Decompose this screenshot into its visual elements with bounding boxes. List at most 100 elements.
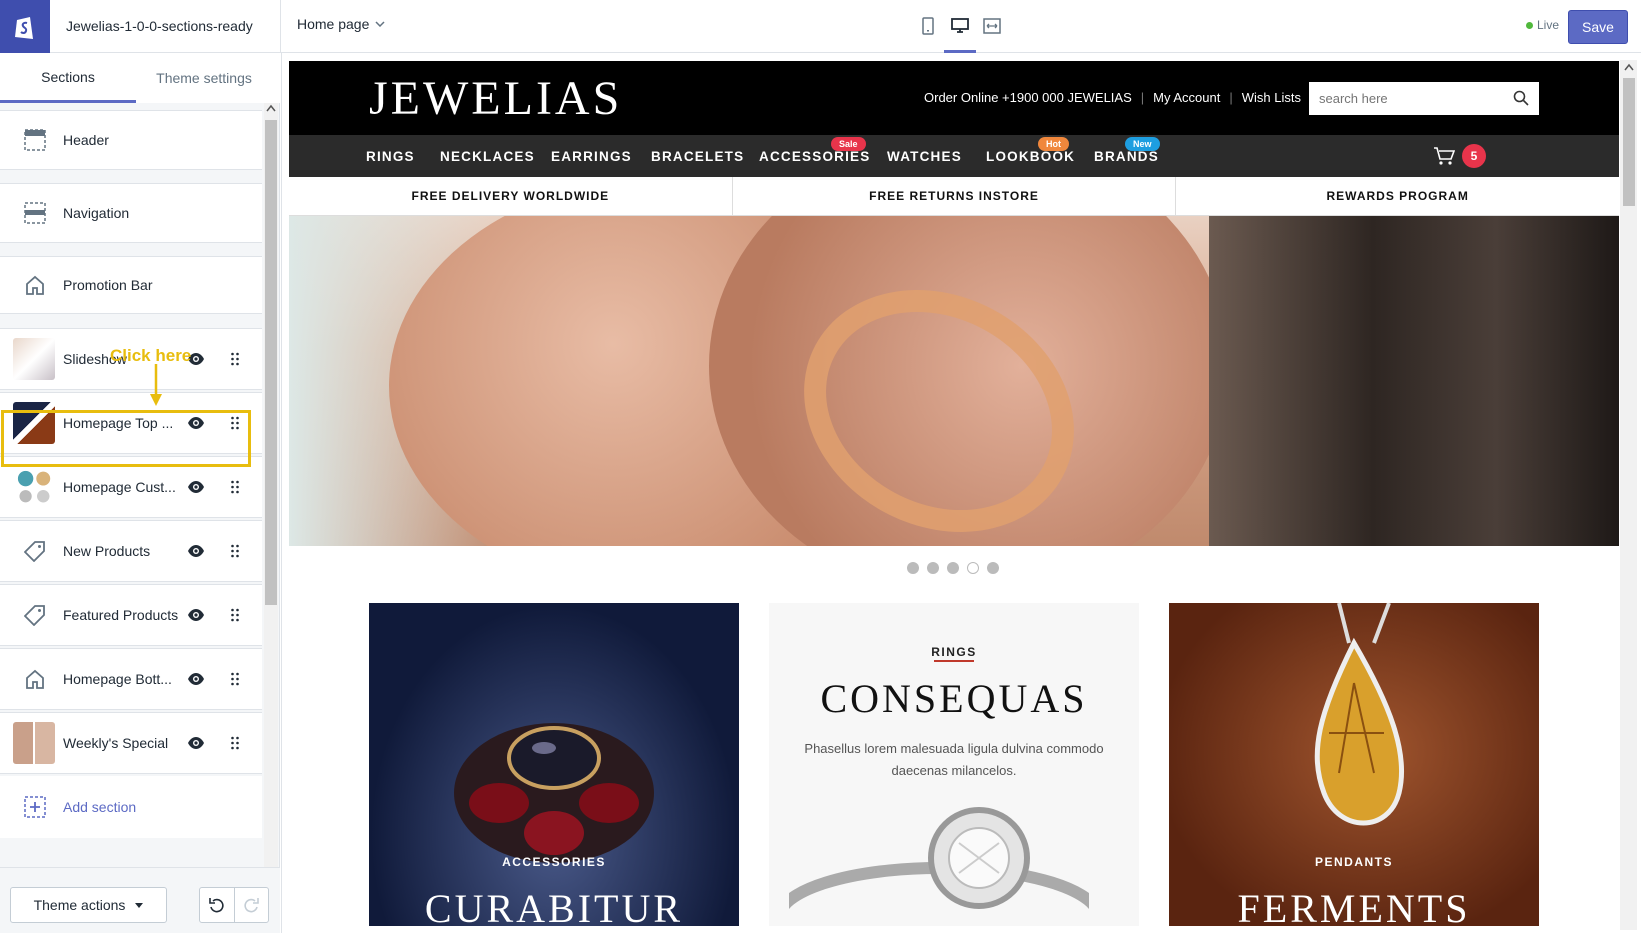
- collection-card-pendants[interactable]: PENDANTS FERMENTS: [1169, 603, 1539, 926]
- drag-handle-icon[interactable]: [230, 736, 240, 750]
- sidebar-scroll-thumb[interactable]: [265, 120, 277, 605]
- site-search-input[interactable]: [1319, 91, 1499, 106]
- promo-item[interactable]: FREE RETURNS INSTORE: [731, 177, 1176, 215]
- drag-handle-icon[interactable]: [230, 544, 240, 558]
- undo-button[interactable]: [200, 888, 234, 922]
- wish-lists-link[interactable]: Wish Lists: [1242, 90, 1301, 105]
- slideshow-hero-image[interactable]: [289, 216, 1619, 546]
- scroll-up-icon[interactable]: [266, 104, 276, 112]
- save-button[interactable]: Save: [1568, 10, 1628, 44]
- site-logo[interactable]: JEWELIAS: [369, 71, 622, 126]
- home-icon: [22, 272, 48, 298]
- preview-scroll-up-icon[interactable]: [1624, 63, 1634, 71]
- navigation-icon: [22, 200, 48, 226]
- add-section-button[interactable]: Add section: [0, 776, 262, 838]
- arrow-down-icon: [150, 364, 162, 406]
- add-section-label: Add section: [63, 799, 137, 815]
- mobile-view-button[interactable]: [918, 12, 938, 40]
- card-title: CONSEQUAS: [820, 676, 1088, 721]
- redo-button[interactable]: [233, 888, 268, 922]
- drag-handle-icon[interactable]: [230, 672, 240, 686]
- theme-actions-label: Theme actions: [33, 897, 126, 913]
- divider: |: [1140, 90, 1145, 105]
- section-item-featured-products[interactable]: Featured Products: [0, 584, 262, 646]
- nav-accessories[interactable]: ACCESSORIES: [759, 149, 870, 164]
- order-online-link[interactable]: Order Online +1900 000 JEWELIAS: [924, 90, 1132, 105]
- shopify-logo[interactable]: [0, 0, 50, 53]
- live-status: Live: [1526, 18, 1559, 32]
- editor-topbar: Jewelias-1-0-0-sections-ready Home page …: [0, 0, 1641, 53]
- nav-earrings[interactable]: EARRINGS: [551, 149, 632, 164]
- preview-scroll-thumb[interactable]: [1623, 78, 1635, 206]
- nav-rings[interactable]: RINGS: [366, 149, 415, 164]
- section-item-promotion-bar[interactable]: Promotion Bar: [0, 256, 262, 314]
- expand-icon: [983, 18, 1001, 34]
- card-description: Phasellus lorem malesuada ligula dulvina…: [804, 741, 1104, 778]
- slide-dot[interactable]: [987, 562, 999, 574]
- chevron-down-icon: [375, 21, 385, 27]
- slide-dot-active[interactable]: [967, 562, 979, 574]
- collection-card-rings[interactable]: RINGS CONSEQUAS Phasellus lorem malesuad…: [769, 603, 1139, 926]
- undo-redo-group: [199, 887, 269, 923]
- eye-icon[interactable]: [187, 542, 205, 560]
- header-icon: [22, 127, 48, 153]
- sale-badge: Sale: [831, 137, 866, 151]
- storefront: JEWELIAS Order Online +1900 000 JEWELIAS…: [289, 61, 1619, 926]
- section-label: Promotion Bar: [63, 277, 153, 293]
- section-label: New Products: [63, 543, 151, 559]
- section-thumbnail: [13, 722, 55, 764]
- nav-watches[interactable]: WATCHES: [887, 149, 962, 164]
- collection-card-accessories[interactable]: ACCESSORIES CURABITUR: [369, 603, 739, 926]
- drag-handle-icon[interactable]: [230, 480, 240, 494]
- section-item-new-products[interactable]: New Products: [0, 520, 262, 582]
- cart-icon[interactable]: [1433, 146, 1455, 166]
- slide-dot[interactable]: [927, 562, 939, 574]
- nav-brands[interactable]: BRANDS: [1094, 149, 1159, 164]
- live-label: Live: [1537, 18, 1560, 32]
- viewport-switcher: [918, 12, 1002, 53]
- eye-icon[interactable]: [187, 478, 205, 496]
- page-select[interactable]: Home page: [297, 16, 385, 32]
- slide-dot[interactable]: [907, 562, 919, 574]
- pendant-image: [1314, 603, 1405, 826]
- promo-item[interactable]: REWARDS PROGRAM: [1175, 177, 1619, 215]
- section-item-navigation[interactable]: Navigation: [0, 183, 262, 243]
- slide-dot[interactable]: [947, 562, 959, 574]
- mobile-icon: [922, 17, 934, 35]
- my-account-link[interactable]: My Account: [1153, 90, 1220, 105]
- nav-necklaces[interactable]: NECKLACES: [440, 149, 535, 164]
- theme-actions-button[interactable]: Theme actions: [10, 887, 167, 923]
- tab-sections[interactable]: Sections: [0, 53, 136, 103]
- nav-bracelets[interactable]: BRACELETS: [651, 149, 744, 164]
- drag-handle-icon[interactable]: [230, 352, 240, 366]
- section-item-homepage-bottom[interactable]: Homepage Bott...: [0, 648, 262, 710]
- redo-icon: [244, 898, 260, 913]
- section-item-weekly-special[interactable]: Weekly's Special: [0, 712, 262, 774]
- hero-tree-bark: [1209, 216, 1619, 546]
- desktop-view-button[interactable]: [944, 12, 976, 53]
- section-item-header[interactable]: Header: [0, 110, 262, 170]
- promo-item[interactable]: FREE DELIVERY WORLDWIDE: [289, 177, 732, 215]
- search-icon[interactable]: [1513, 90, 1529, 106]
- section-label: Homepage Cust...: [63, 479, 176, 495]
- section-list: Header Navigation Promotion Bar Slidesho…: [0, 110, 262, 910]
- drag-handle-icon[interactable]: [230, 608, 240, 622]
- cart-count-badge[interactable]: 5: [1462, 144, 1486, 168]
- brooch-image: [454, 723, 654, 863]
- fullscreen-view-button[interactable]: [982, 12, 1002, 40]
- slideshow-dots: [907, 562, 999, 574]
- promotion-bar: FREE DELIVERY WORLDWIDE FREE RETURNS INS…: [289, 177, 1619, 216]
- card-title: CURABITUR: [424, 886, 684, 926]
- live-dot-icon: [1526, 21, 1533, 29]
- eye-icon[interactable]: [187, 606, 205, 624]
- eye-icon[interactable]: [187, 734, 205, 752]
- section-thumbnail: [13, 466, 55, 508]
- card-label: ACCESSORIES: [502, 855, 606, 869]
- tab-theme-settings[interactable]: Theme settings: [136, 53, 272, 103]
- add-section-icon: [22, 794, 48, 820]
- eye-icon[interactable]: [187, 670, 205, 688]
- click-here-annotation: Click here: [110, 346, 192, 365]
- nav-lookbook[interactable]: LOOKBOOK: [986, 149, 1075, 164]
- card-label: RINGS: [931, 645, 977, 659]
- tag-icon: [22, 538, 48, 564]
